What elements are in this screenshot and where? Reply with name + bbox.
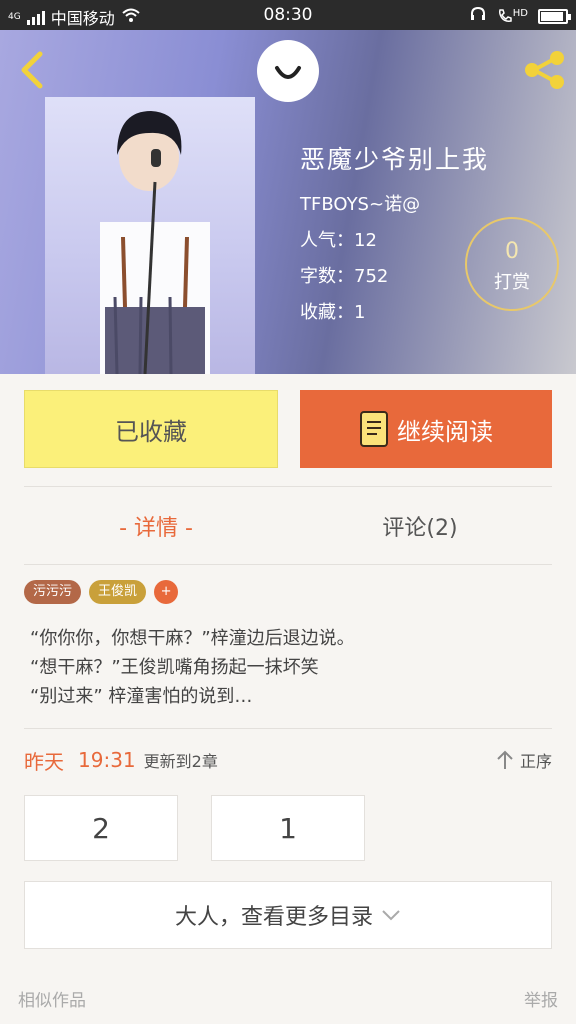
divider xyxy=(24,486,552,487)
book-title: 恶魔少爷别上我 xyxy=(300,145,490,174)
tip-button[interactable]: 0 打赏 xyxy=(465,217,559,311)
smile-icon xyxy=(275,66,301,79)
book-description[interactable]: “你你你，你想干麻？”梓潼边后退边说。 “想干麻？”王俊凯嘴角扬起一抹坏笑 “别… xyxy=(30,624,550,711)
tab-details[interactable]: - 详情 - xyxy=(24,488,288,564)
avatar-button[interactable] xyxy=(257,40,319,102)
tab-comments[interactable]: 评论(2) xyxy=(288,488,552,564)
description-line: “你你你，你想干麻？”梓潼边后退边说。 xyxy=(30,628,355,649)
continue-reading-button[interactable]: 继续阅读 xyxy=(300,390,552,468)
sort-order-button[interactable]: 正序 xyxy=(496,748,552,772)
chapter-item[interactable]: 1 xyxy=(211,795,365,861)
tag-list: 污污污 王俊凯 + xyxy=(24,580,179,604)
status-right: HD xyxy=(469,5,571,27)
update-time: 19:31 xyxy=(78,748,136,772)
headset-icon xyxy=(469,5,487,27)
battery-icon xyxy=(538,8,571,24)
tip-label: 打赏 xyxy=(494,272,530,293)
status-bar: 4G 中国移动 08:30 HD xyxy=(0,0,576,30)
action-bar: 已收藏 继续阅读 xyxy=(0,390,576,468)
report-link[interactable]: 举报 xyxy=(524,986,558,1011)
favorited-label: 已收藏 xyxy=(115,417,187,446)
book-icon xyxy=(360,411,388,447)
share-icon xyxy=(525,51,564,89)
cover-illustration xyxy=(100,111,210,374)
back-button[interactable] xyxy=(12,48,52,92)
add-tag-button[interactable]: + xyxy=(154,580,179,604)
tag-item[interactable]: 污污污 xyxy=(24,580,82,604)
phone-hd-icon: HD xyxy=(497,8,528,24)
chapter-item[interactable]: 2 xyxy=(24,795,178,861)
update-info: 昨天 19:31 更新到2章 正序 xyxy=(24,744,552,776)
sort-order-label: 正序 xyxy=(519,752,552,771)
update-day: 昨天 xyxy=(24,749,64,774)
book-info: 恶魔少爷别上我 TFBOYS~诺@ 人气：12 字数：752 收藏：1 xyxy=(300,140,489,334)
favorited-button[interactable]: 已收藏 xyxy=(24,390,278,468)
similar-works-heading: 相似作品 xyxy=(18,991,86,1011)
continue-reading-label: 继续阅读 xyxy=(397,417,493,446)
chevron-left-icon xyxy=(21,51,43,89)
arrow-up-icon xyxy=(497,750,513,769)
more-catalog-label: 大人，查看更多目录 xyxy=(174,905,373,930)
more-catalog-button[interactable]: 大人，查看更多目录 xyxy=(24,881,552,949)
update-message: 更新到2章 xyxy=(143,752,218,771)
share-button[interactable] xyxy=(520,48,568,92)
book-author[interactable]: TFBOYS~诺@ xyxy=(300,190,489,216)
tip-count: 0 xyxy=(505,239,519,264)
chevron-down-icon xyxy=(382,910,400,921)
book-favorites: 收藏：1 xyxy=(300,302,366,323)
divider xyxy=(24,564,552,565)
book-cover[interactable] xyxy=(45,97,255,374)
description-line: “别过来” 梓潼害怕的说到… xyxy=(30,686,253,707)
detail-tabs: - 详情 - 评论(2) xyxy=(0,488,576,564)
book-popularity: 人气：12 xyxy=(300,230,377,251)
divider xyxy=(24,728,552,729)
book-header: 恶魔少爷别上我 TFBOYS~诺@ 人气：12 字数：752 收藏：1 0 打赏 xyxy=(0,30,576,374)
tag-item[interactable]: 王俊凯 xyxy=(89,580,147,604)
book-word-count: 字数：752 xyxy=(300,266,389,287)
description-line: “想干麻？”王俊凯嘴角扬起一抹坏笑 xyxy=(30,657,319,678)
hd-label: HD xyxy=(512,8,528,19)
